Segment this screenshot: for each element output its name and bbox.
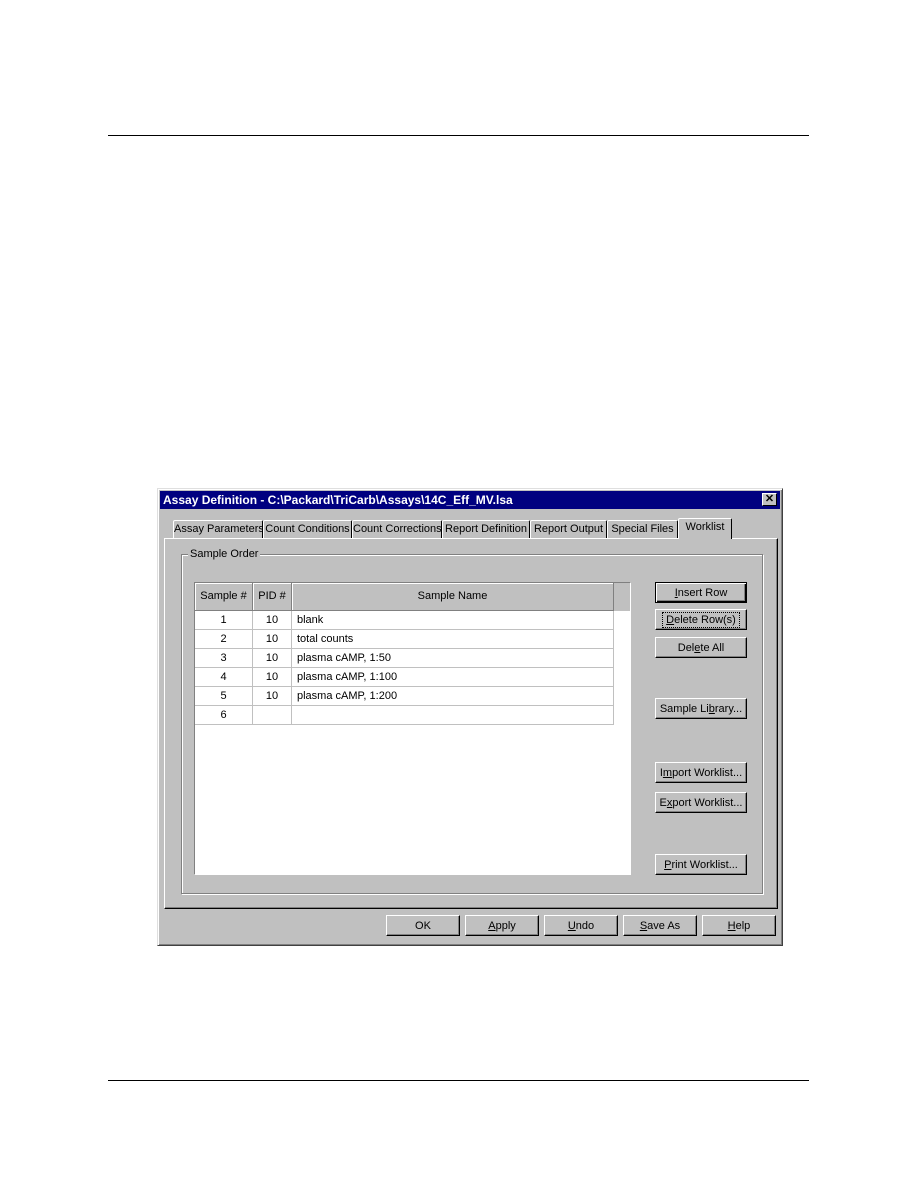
ok-label: OK [415, 920, 431, 932]
undo-button[interactable]: Undo [544, 915, 618, 936]
assay-definition-dialog: Assay Definition - C:\Packard\TriCarb\As… [157, 488, 783, 946]
cell-sample-number[interactable]: 1 [195, 611, 253, 630]
apply-label: Apply [488, 920, 516, 932]
help-label: Help [728, 920, 751, 932]
tab-count-conditions[interactable]: Count Conditions [263, 520, 352, 538]
delete-all-button[interactable]: Delete All [655, 637, 747, 658]
delete-rows-label: Delete Row(s) [662, 611, 740, 628]
tab-count-corrections[interactable]: Count Corrections [352, 520, 442, 538]
delete-all-label: Delete All [678, 642, 725, 654]
label-part: te All [700, 641, 725, 654]
label-part: ndo [575, 919, 595, 932]
label-part: port Worklist... [672, 766, 743, 779]
export-worklist-label: Export Worklist... [660, 797, 743, 809]
import-worklist-button[interactable]: Import Worklist... [655, 762, 747, 783]
cell-sample-number[interactable]: 6 [195, 706, 253, 725]
page-top-rule [108, 135, 809, 136]
page-bottom-rule [108, 1080, 809, 1081]
accelerator-key: m [662, 766, 673, 779]
title-bar[interactable]: Assay Definition - C:\Packard\TriCarb\As… [160, 491, 780, 509]
accelerator-key: D [666, 613, 675, 626]
dialog-title: Assay Definition - C:\Packard\TriCarb\As… [163, 493, 513, 507]
worklist-panel: Sample Order Sample # PID # Sample Name … [164, 538, 778, 909]
sample-grid[interactable]: Sample # PID # Sample Name 1 10 blank 2 … [194, 582, 631, 875]
close-icon: ✕ [764, 493, 775, 505]
label-part: nsert Row [677, 586, 728, 599]
column-header-pid[interactable]: PID # [253, 583, 292, 611]
table-row[interactable]: 2 10 total counts [195, 630, 614, 649]
label-part: rary... [714, 702, 743, 715]
cell-pid[interactable]: 10 [253, 687, 292, 706]
cell-sample-name[interactable] [292, 706, 614, 725]
grid-header: Sample # PID # Sample Name [195, 583, 630, 611]
ok-button[interactable]: OK [386, 915, 460, 936]
save-as-label: Save As [640, 920, 680, 932]
label-part: OK [415, 919, 431, 932]
column-header-sample-name[interactable]: Sample Name [292, 583, 614, 611]
cell-pid[interactable]: 10 [253, 649, 292, 668]
cell-sample-name[interactable]: blank [292, 611, 614, 630]
label-part: rint Worklist... [671, 858, 738, 871]
label-part: Sample Li [659, 702, 709, 715]
table-row[interactable]: 6 [195, 706, 614, 725]
print-worklist-button[interactable]: Print Worklist... [655, 854, 747, 875]
cell-pid[interactable]: 10 [253, 611, 292, 630]
close-button[interactable]: ✕ [762, 493, 777, 506]
cell-pid[interactable] [253, 706, 292, 725]
tab-assay-parameters[interactable]: Assay Parameters [173, 520, 264, 538]
tab-special-files[interactable]: Special Files [607, 520, 678, 538]
label-part: ave As [647, 919, 681, 932]
accelerator-key: A [488, 919, 496, 932]
import-worklist-label: Import Worklist... [660, 767, 742, 779]
cell-sample-number[interactable]: 2 [195, 630, 253, 649]
cell-sample-name[interactable]: plasma cAMP, 1:100 [292, 668, 614, 687]
save-as-button[interactable]: Save As [623, 915, 697, 936]
insert-row-button[interactable]: Insert Row [655, 582, 747, 603]
label-part: E [659, 796, 667, 809]
accelerator-key: H [727, 919, 736, 932]
label-part: elete Row(s) [674, 613, 736, 626]
cell-sample-number[interactable]: 3 [195, 649, 253, 668]
apply-button[interactable]: Apply [465, 915, 539, 936]
cell-sample-number[interactable]: 5 [195, 687, 253, 706]
table-row[interactable]: 1 10 blank [195, 611, 614, 630]
label-part: port Worklist... [672, 796, 743, 809]
tab-report-definition[interactable]: Report Definition [442, 520, 530, 538]
help-button[interactable]: Help [702, 915, 776, 936]
cell-pid[interactable]: 10 [253, 630, 292, 649]
sample-library-button[interactable]: Sample Library... [655, 698, 747, 719]
accelerator-key: U [567, 919, 576, 932]
cell-sample-name[interactable]: plasma cAMP, 1:200 [292, 687, 614, 706]
cell-sample-number[interactable]: 4 [195, 668, 253, 687]
sample-order-group: Sample Order Sample # PID # Sample Name … [181, 547, 763, 894]
tab-report-output[interactable]: Report Output [530, 520, 607, 538]
cell-sample-name[interactable]: total counts [292, 630, 614, 649]
label-part: Del [677, 641, 695, 654]
cell-sample-name[interactable]: plasma cAMP, 1:50 [292, 649, 614, 668]
sample-order-label: Sample Order [188, 547, 261, 561]
table-row[interactable]: 4 10 plasma cAMP, 1:100 [195, 668, 614, 687]
tab-worklist[interactable]: Worklist [678, 518, 732, 539]
undo-label: Undo [568, 920, 594, 932]
label-part: pply [495, 919, 516, 932]
table-row[interactable]: 5 10 plasma cAMP, 1:200 [195, 687, 614, 706]
sample-library-label: Sample Library... [660, 703, 742, 715]
export-worklist-button[interactable]: Export Worklist... [655, 792, 747, 813]
insert-row-label: Insert Row [675, 587, 728, 599]
label-part: elp [735, 919, 751, 932]
cell-pid[interactable]: 10 [253, 668, 292, 687]
print-worklist-label: Print Worklist... [664, 859, 738, 871]
delete-rows-button[interactable]: Delete Row(s) [655, 609, 747, 630]
column-header-sample-number[interactable]: Sample # [195, 583, 253, 611]
table-row[interactable]: 3 10 plasma cAMP, 1:50 [195, 649, 614, 668]
